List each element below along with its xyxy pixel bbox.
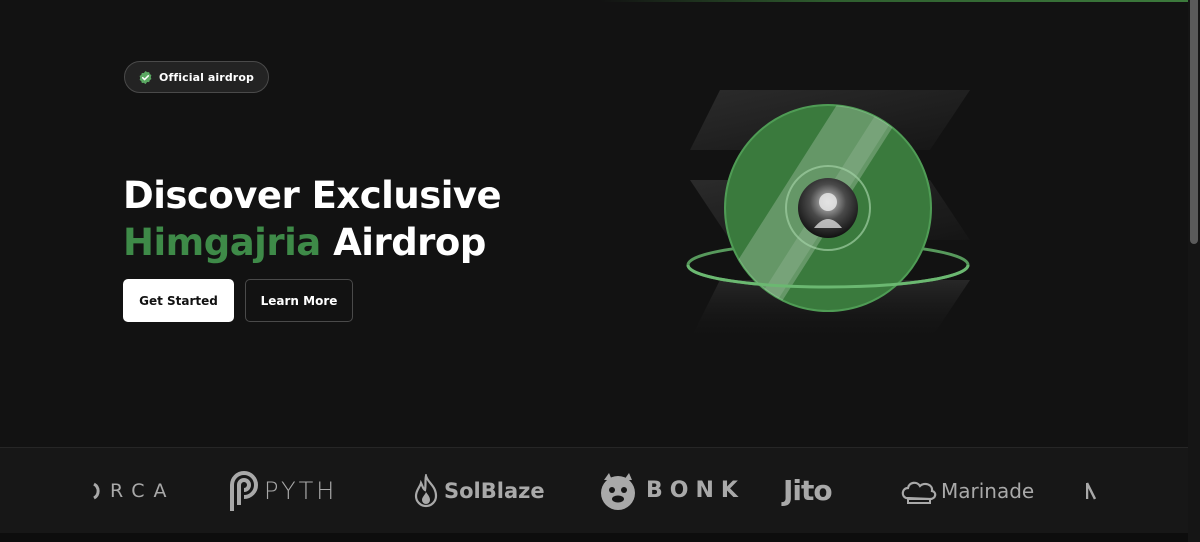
official-airdrop-badge: Official airdrop [124,61,269,93]
top-accent-line [600,0,1188,2]
partner-logo-jito: Jito [783,474,833,507]
chef-hat-icon [901,481,937,504]
bonk-dog-icon [601,472,635,510]
hero-title-accent: Himgajria [123,221,321,264]
hero-title-line1: Discover Exclusive [123,174,502,217]
verified-check-icon [138,70,153,85]
orca-logo-icon [93,482,100,499]
get-started-button[interactable]: Get Started [123,279,234,322]
partial-logo-icon [1086,481,1096,500]
next-section-edge [0,533,1188,542]
scrollbar[interactable] [1188,0,1200,542]
hero-coin-illustration [680,80,980,370]
scrollbar-thumb[interactable] [1190,0,1198,244]
partner-logo-marinade: Marinade [900,448,1034,533]
landing-page: Official airdrop Discover Exclusive Himg… [0,0,1200,542]
flame-icon [414,473,438,507]
hero-title: Discover Exclusive Himgajria Airdrop [123,172,502,266]
partner-logo-solblaze: SolBlaze [413,448,545,533]
hero-title-rest: Airdrop [320,221,486,264]
badge-label: Official airdrop [159,70,254,84]
partner-logo-orca: RCA [92,448,176,533]
partner-logo-partial [1086,448,1096,533]
partner-logo-pyth: PYTH [226,448,337,533]
pyth-logo-icon [230,470,258,511]
learn-more-button[interactable]: Learn More [245,279,353,322]
partner-logo-strip: RCA PYTH SolBlaze BONK Jito Marinade [0,448,1188,533]
partner-logo-bonk: BONK [598,448,745,533]
